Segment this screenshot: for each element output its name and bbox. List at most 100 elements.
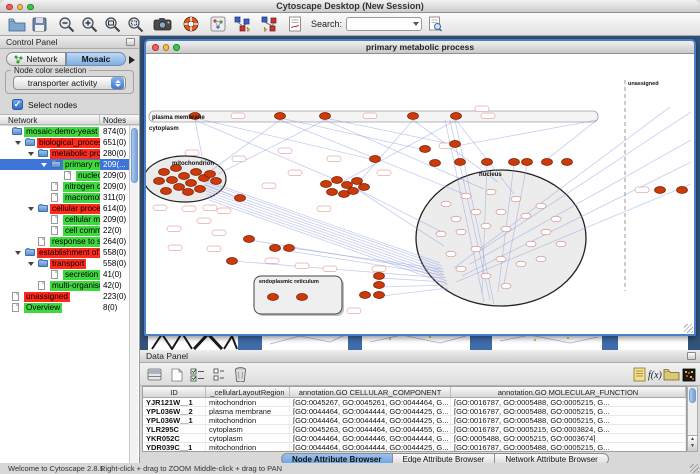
network-node[interactable]	[509, 159, 520, 166]
network-node[interactable]	[359, 184, 370, 191]
tree-item-label[interactable]: multi-organism pro	[50, 281, 100, 291]
hide-selected-button[interactable]	[260, 15, 279, 34]
network-node[interactable]	[205, 171, 216, 178]
network-node[interactable]	[482, 159, 493, 166]
network-node[interactable]	[227, 258, 238, 265]
table-scrollbar-thumb[interactable]	[689, 388, 696, 403]
network-node[interactable]	[370, 156, 381, 163]
network-node[interactable]	[374, 282, 385, 289]
network-node[interactable]	[522, 159, 533, 166]
tree-column-nodes[interactable]: Nodes	[103, 116, 126, 125]
import-attributes-button[interactable]	[663, 366, 680, 383]
snapshot-button[interactable]	[153, 15, 172, 34]
table-row[interactable]: YJR121W__1mitochondrion[GO:0045267, GO:0…	[143, 398, 686, 407]
network-node[interactable]	[556, 241, 566, 247]
attribute-table-button[interactable]	[146, 366, 163, 383]
network-node[interactable]	[297, 294, 308, 301]
help-button[interactable]	[183, 15, 199, 34]
network-node[interactable]	[496, 209, 506, 215]
tree-row[interactable]: transport558(0)	[0, 258, 129, 269]
network-node[interactable]	[360, 292, 371, 299]
tree-item-label[interactable]: macromolecule	[63, 193, 100, 203]
tree-item-label[interactable]: nucleobase-	[76, 171, 100, 181]
table-column-header[interactable]: annotation.GO MOLECULAR_FUNCTION	[451, 387, 686, 397]
new-attribute-button[interactable]	[168, 366, 185, 383]
network-node[interactable]	[430, 160, 441, 167]
network-node[interactable]	[471, 246, 481, 252]
network-node[interactable]	[420, 146, 431, 153]
network-node[interactable]	[270, 245, 281, 252]
zoom-fit-button[interactable]	[104, 15, 121, 34]
network-node[interactable]	[536, 203, 546, 209]
network-node[interactable]	[161, 188, 172, 195]
open-button[interactable]	[8, 15, 26, 34]
network-node[interactable]	[501, 283, 511, 289]
network-node[interactable]	[244, 236, 255, 243]
table-column-header[interactable]: ID	[143, 387, 206, 397]
select-attributes-button[interactable]	[189, 366, 206, 383]
network-node[interactable]	[461, 193, 471, 199]
network-node[interactable]	[677, 187, 688, 194]
network-node[interactable]	[159, 169, 170, 176]
tree-row[interactable]: primary metabo209(...	[0, 159, 129, 170]
tree-item-label[interactable]: metabolic process	[50, 149, 100, 159]
network-node[interactable]	[481, 223, 491, 229]
network-node[interactable]	[167, 177, 178, 184]
network-node[interactable]	[455, 159, 466, 166]
tree-row[interactable]: metabolic process280(0)	[0, 148, 129, 159]
tree-row[interactable]: Overview8(0)	[0, 302, 129, 313]
tree-scrollbar-thumb[interactable]	[131, 128, 138, 183]
expand-arrow-icon[interactable]	[28, 152, 34, 156]
expand-arrow-icon[interactable]	[15, 141, 21, 145]
tree-row[interactable]: nucleobase-209(0)	[0, 170, 129, 181]
network-node[interactable]	[562, 159, 573, 166]
network-node[interactable]	[456, 229, 466, 235]
table-column-header[interactable]: annotation.GO CELLULAR_COMPONENT	[290, 387, 451, 397]
expand-arrow-icon[interactable]	[28, 262, 34, 266]
select-neighbors-button[interactable]	[233, 15, 252, 34]
network-view-titlebar[interactable]: primary metabolic process	[146, 41, 694, 54]
network-node[interactable]	[541, 229, 551, 235]
tree-row[interactable]: unassigned223(0)	[0, 291, 129, 302]
tree-item-label[interactable]: cellular metabo	[63, 215, 100, 225]
save-button[interactable]	[32, 15, 47, 34]
zoom-selected-button[interactable]	[127, 15, 144, 34]
tree-row[interactable]: macromolecule311(0)	[0, 192, 129, 203]
network-node[interactable]	[320, 113, 331, 120]
app-resize-grip[interactable]	[690, 464, 699, 473]
advanced-search-button[interactable]	[428, 15, 443, 34]
overview-button[interactable]	[210, 15, 226, 34]
tab-mosaic[interactable]: Mosaic	[66, 52, 126, 66]
network-node[interactable]	[352, 178, 363, 185]
network-node[interactable]	[551, 216, 561, 222]
network-node[interactable]	[195, 186, 206, 193]
network-node[interactable]	[521, 213, 531, 219]
tree-item-label[interactable]: cell communicat	[63, 226, 100, 236]
table-scrollbar[interactable]: ▲▼	[687, 386, 698, 452]
table-row[interactable]: YLR295Ccytoplasm[GO:0045263, GO:0044464,…	[143, 425, 686, 434]
network-node[interactable]	[235, 195, 246, 202]
table-row[interactable]: YPL036W__2plasma membrane[GO:0044464, GO…	[143, 407, 686, 416]
network-node[interactable]	[516, 261, 526, 267]
tree-item-label[interactable]: mosaic-demo-yeast	[24, 127, 99, 137]
tree-item-label[interactable]: secretion	[63, 270, 100, 280]
network-node[interactable]	[486, 189, 496, 195]
tree-row[interactable]: biological_process651(0)	[0, 137, 129, 148]
tree-scrollbar[interactable]	[129, 126, 138, 463]
delete-attribute-button[interactable]	[232, 366, 249, 383]
network-node[interactable]	[496, 256, 506, 262]
network-node[interactable]	[268, 294, 279, 301]
network-node[interactable]	[321, 181, 332, 188]
network-node[interactable]	[211, 178, 222, 185]
search-dropdown-arrow-icon[interactable]	[413, 22, 419, 26]
network-canvas[interactable]: plasma membranecytoplasmmitochondrionnuc…	[146, 54, 694, 334]
tree-row[interactable]: response to stimulu264(0)	[0, 236, 129, 247]
expand-arrow-icon[interactable]	[41, 163, 47, 167]
matrix-button[interactable]	[680, 366, 697, 383]
expand-arrow-icon[interactable]	[28, 207, 34, 211]
network-node[interactable]	[456, 266, 466, 272]
select-nodes-checkbox[interactable]: ✓	[12, 99, 23, 110]
tree-row[interactable]: establishment of lo558(0)	[0, 247, 129, 258]
tree-item-label[interactable]: Overview	[24, 303, 62, 313]
network-node[interactable]	[332, 177, 343, 184]
